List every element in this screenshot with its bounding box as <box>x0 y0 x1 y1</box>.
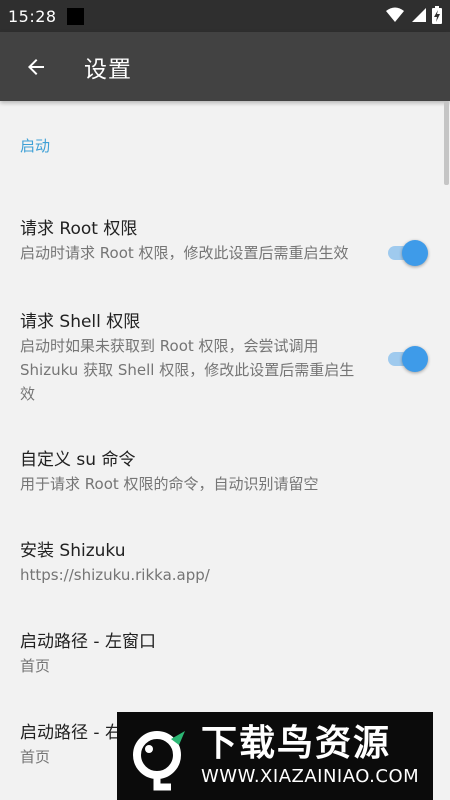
back-button[interactable] <box>8 39 64 95</box>
page-title: 设置 <box>84 56 132 83</box>
status-time: 15:28 <box>8 6 57 26</box>
switch-thumb <box>402 240 428 266</box>
notification-icon <box>66 7 84 25</box>
pref-title: 请求 Shell 权限 <box>20 312 141 332</box>
pref-install-shizuku[interactable]: 安装 Shizuku https://shizuku.rikka.app/ <box>0 539 450 587</box>
pref-request-root[interactable]: 请求 Root 权限 启动时请求 Root 权限，修改此设置后需重启生效 <box>0 217 450 267</box>
status-icons <box>386 6 442 24</box>
switch-thumb <box>402 346 428 372</box>
pref-summary: 首页 <box>20 657 51 675</box>
status-bar: 15:28 <box>0 0 450 32</box>
pref-summary: 启动时如果未获取到 Root 权限，会尝试调用 Shizuku 获取 Shell… <box>20 337 355 403</box>
pref-title: 安装 Shizuku <box>20 541 126 561</box>
section-header-startup: 启动 <box>20 137 51 155</box>
battery-charging-icon <box>432 6 442 24</box>
signal-icon <box>412 8 426 22</box>
pref-title: 启动路径 - 左窗口 <box>20 632 156 652</box>
root-permission-switch[interactable] <box>386 239 428 267</box>
watermark-banner: 下载鸟资源 WWW.XIAZAINIAO.COM <box>117 712 433 800</box>
scrollbar[interactable] <box>444 101 449 185</box>
pref-start-path-left[interactable]: 启动路径 - 左窗口 首页 <box>0 630 450 678</box>
pref-title: 请求 Root 权限 <box>20 219 138 239</box>
shell-permission-switch[interactable] <box>386 345 428 373</box>
settings-list[interactable]: 启动 请求 Root 权限 启动时请求 Root 权限，修改此设置后需重启生效 … <box>0 101 450 800</box>
pref-custom-su[interactable]: 自定义 su 命令 用于请求 Root 权限的命令，自动识别请留空 <box>0 448 450 496</box>
watermark-brand: 下载鸟资源 <box>201 723 392 764</box>
arrow-back-icon <box>28 58 44 75</box>
pref-summary: 用于请求 Root 权限的命令，自动识别请留空 <box>20 475 319 493</box>
app-bar: 设置 <box>0 32 450 101</box>
pref-title: 自定义 su 命令 <box>20 450 136 470</box>
pref-summary: https://shizuku.rikka.app/ <box>20 566 210 584</box>
watermark-texts: 下载鸟资源 WWW.XIAZAINIAO.COM <box>201 724 419 788</box>
wifi-icon <box>386 7 404 22</box>
watermark-url: WWW.XIAZAINIAO.COM <box>201 766 420 787</box>
pref-request-shell[interactable]: 请求 Shell 权限 启动时如果未获取到 Root 权限，会尝试调用 Shiz… <box>0 310 450 406</box>
bird-logo-icon <box>133 731 185 791</box>
pref-summary: 启动时请求 Root 权限，修改此设置后需重启生效 <box>20 244 349 262</box>
